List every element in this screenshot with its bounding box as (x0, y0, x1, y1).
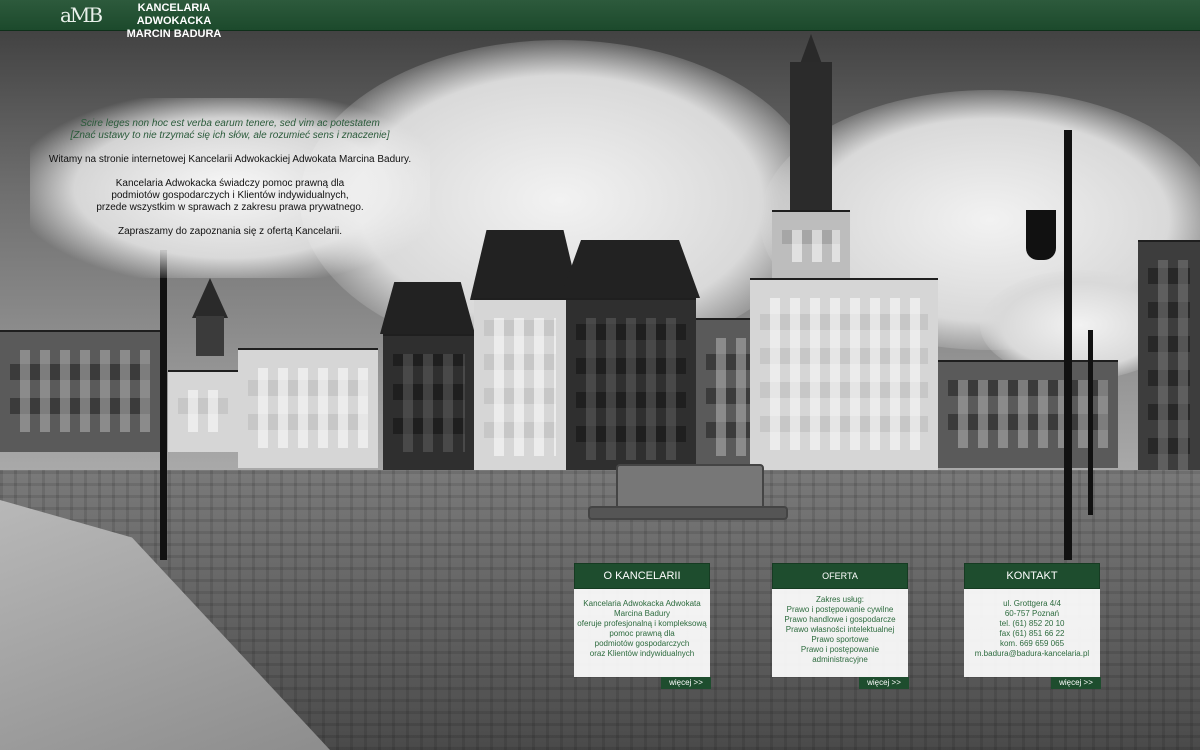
building (474, 298, 566, 476)
card-offer-body: Zakres usług: Prawo i postępowanie cywil… (772, 589, 908, 677)
welcome-invite: Zapraszamy do zapoznania się z ofertą Ka… (117, 226, 342, 237)
card-text-line: pomoc prawną dla (609, 629, 675, 638)
email-link[interactable]: m.badura@badura-kancelaria.pl (964, 649, 1100, 659)
building (0, 330, 160, 452)
roof (380, 282, 475, 334)
street-lamp (1064, 130, 1072, 560)
brand-line-1: KANCELARIA ADWOKACKA (136, 2, 212, 27)
building (566, 298, 696, 480)
card-offer-more-link[interactable]: więcej >> (859, 677, 909, 689)
card-text-line: Kancelaria Adwokacka Adwokata (583, 599, 701, 608)
building (1138, 240, 1200, 492)
welcome-offer: Kancelaria Adwokacka świadczy pomoc praw… (40, 178, 420, 214)
fountain-base (588, 506, 788, 520)
tower (196, 316, 224, 356)
town-hall-upper (772, 210, 850, 282)
street-lamp (1088, 330, 1093, 515)
card-contact-more-link[interactable]: więcej >> (1051, 677, 1101, 689)
card-about-body: Kancelaria Adwokacka Adwokata Marcina Ba… (574, 589, 710, 677)
card-text-line: oferuje profesjonalną i kompleksową (577, 619, 707, 628)
card-contact: KONTAKT ul. Grottgera 4/4 60-757 Poznań … (964, 563, 1101, 689)
card-text-line: oraz Klientów indywidualnych (589, 649, 695, 658)
welcome-intro: Witamy na stronie internetowej Kancelari… (48, 154, 412, 165)
card-text-line: kom. 669 659 065 (999, 639, 1065, 648)
card-text-line: 60-757 Poznań (1004, 609, 1060, 618)
card-offer-title[interactable]: OFERTA (772, 563, 908, 589)
card-about: O KANCELARII Kancelaria Adwokacka Adwoka… (574, 563, 711, 689)
card-text-line: Prawo i postępowanie cywilne (786, 605, 894, 614)
fountain (616, 464, 764, 512)
card-text-line: fax (61) 851 66 22 (999, 629, 1065, 638)
latin-quote: Scire leges non hoc est verba earum tene… (40, 118, 420, 142)
card-text-line: Zakres usług: (815, 595, 865, 604)
street-lamp (160, 250, 167, 560)
town-hall (750, 278, 938, 470)
building (168, 370, 238, 452)
card-text-line: podmiotów gospodarczych (594, 639, 690, 648)
card-text-line: ul. Grottgera 4/4 (1003, 599, 1061, 608)
card-text-line: Prawo i postępowanie (800, 645, 880, 654)
logo-icon[interactable]: aMB (60, 3, 103, 27)
card-text-line: Prawo sportowe (811, 635, 869, 644)
site-header: aMB KANCELARIA ADWOKACKA MARCIN BADURA (0, 0, 1200, 40)
site-brand[interactable]: KANCELARIA ADWOKACKA MARCIN BADURA (104, 2, 244, 41)
card-contact-body: ul. Grottgera 4/4 60-757 Poznań tel. (61… (964, 589, 1100, 677)
quote-line-1: Scire leges non hoc est verba earum tene… (80, 118, 380, 129)
building (383, 334, 475, 472)
card-text-line: Prawo własności intelektualnej (785, 625, 895, 634)
offer-line-1: Kancelaria Adwokacka świadczy pomoc praw… (115, 178, 345, 189)
building (238, 348, 378, 468)
card-text-line: Prawo handlowe i gospodarcze (784, 615, 896, 624)
card-text-line: tel. (61) 852 20 10 (999, 619, 1065, 628)
brand-line-2: MARCIN BADURA (126, 28, 222, 40)
card-contact-title[interactable]: KONTAKT (964, 563, 1100, 589)
card-text-line: administracyjne (812, 655, 868, 664)
roof (560, 240, 700, 298)
offer-line-2: podmiotów gospodarczych i Klientów indyw… (111, 190, 349, 201)
card-about-title[interactable]: O KANCELARII (574, 563, 710, 589)
card-text-line: Marcina Badury (613, 609, 671, 618)
offer-line-3: przede wszystkim w sprawach z zakresu pr… (96, 202, 364, 213)
card-about-more-link[interactable]: więcej >> (661, 677, 711, 689)
quote-line-2: [Znać ustawy to nie trzymać się ich słów… (70, 130, 390, 141)
town-hall-tower (790, 62, 832, 212)
welcome-section: Scire leges non hoc est verba earum tene… (30, 98, 430, 278)
card-offer: OFERTA Zakres usług: Prawo i postępowani… (772, 563, 909, 689)
lamp-lantern (1026, 210, 1056, 260)
